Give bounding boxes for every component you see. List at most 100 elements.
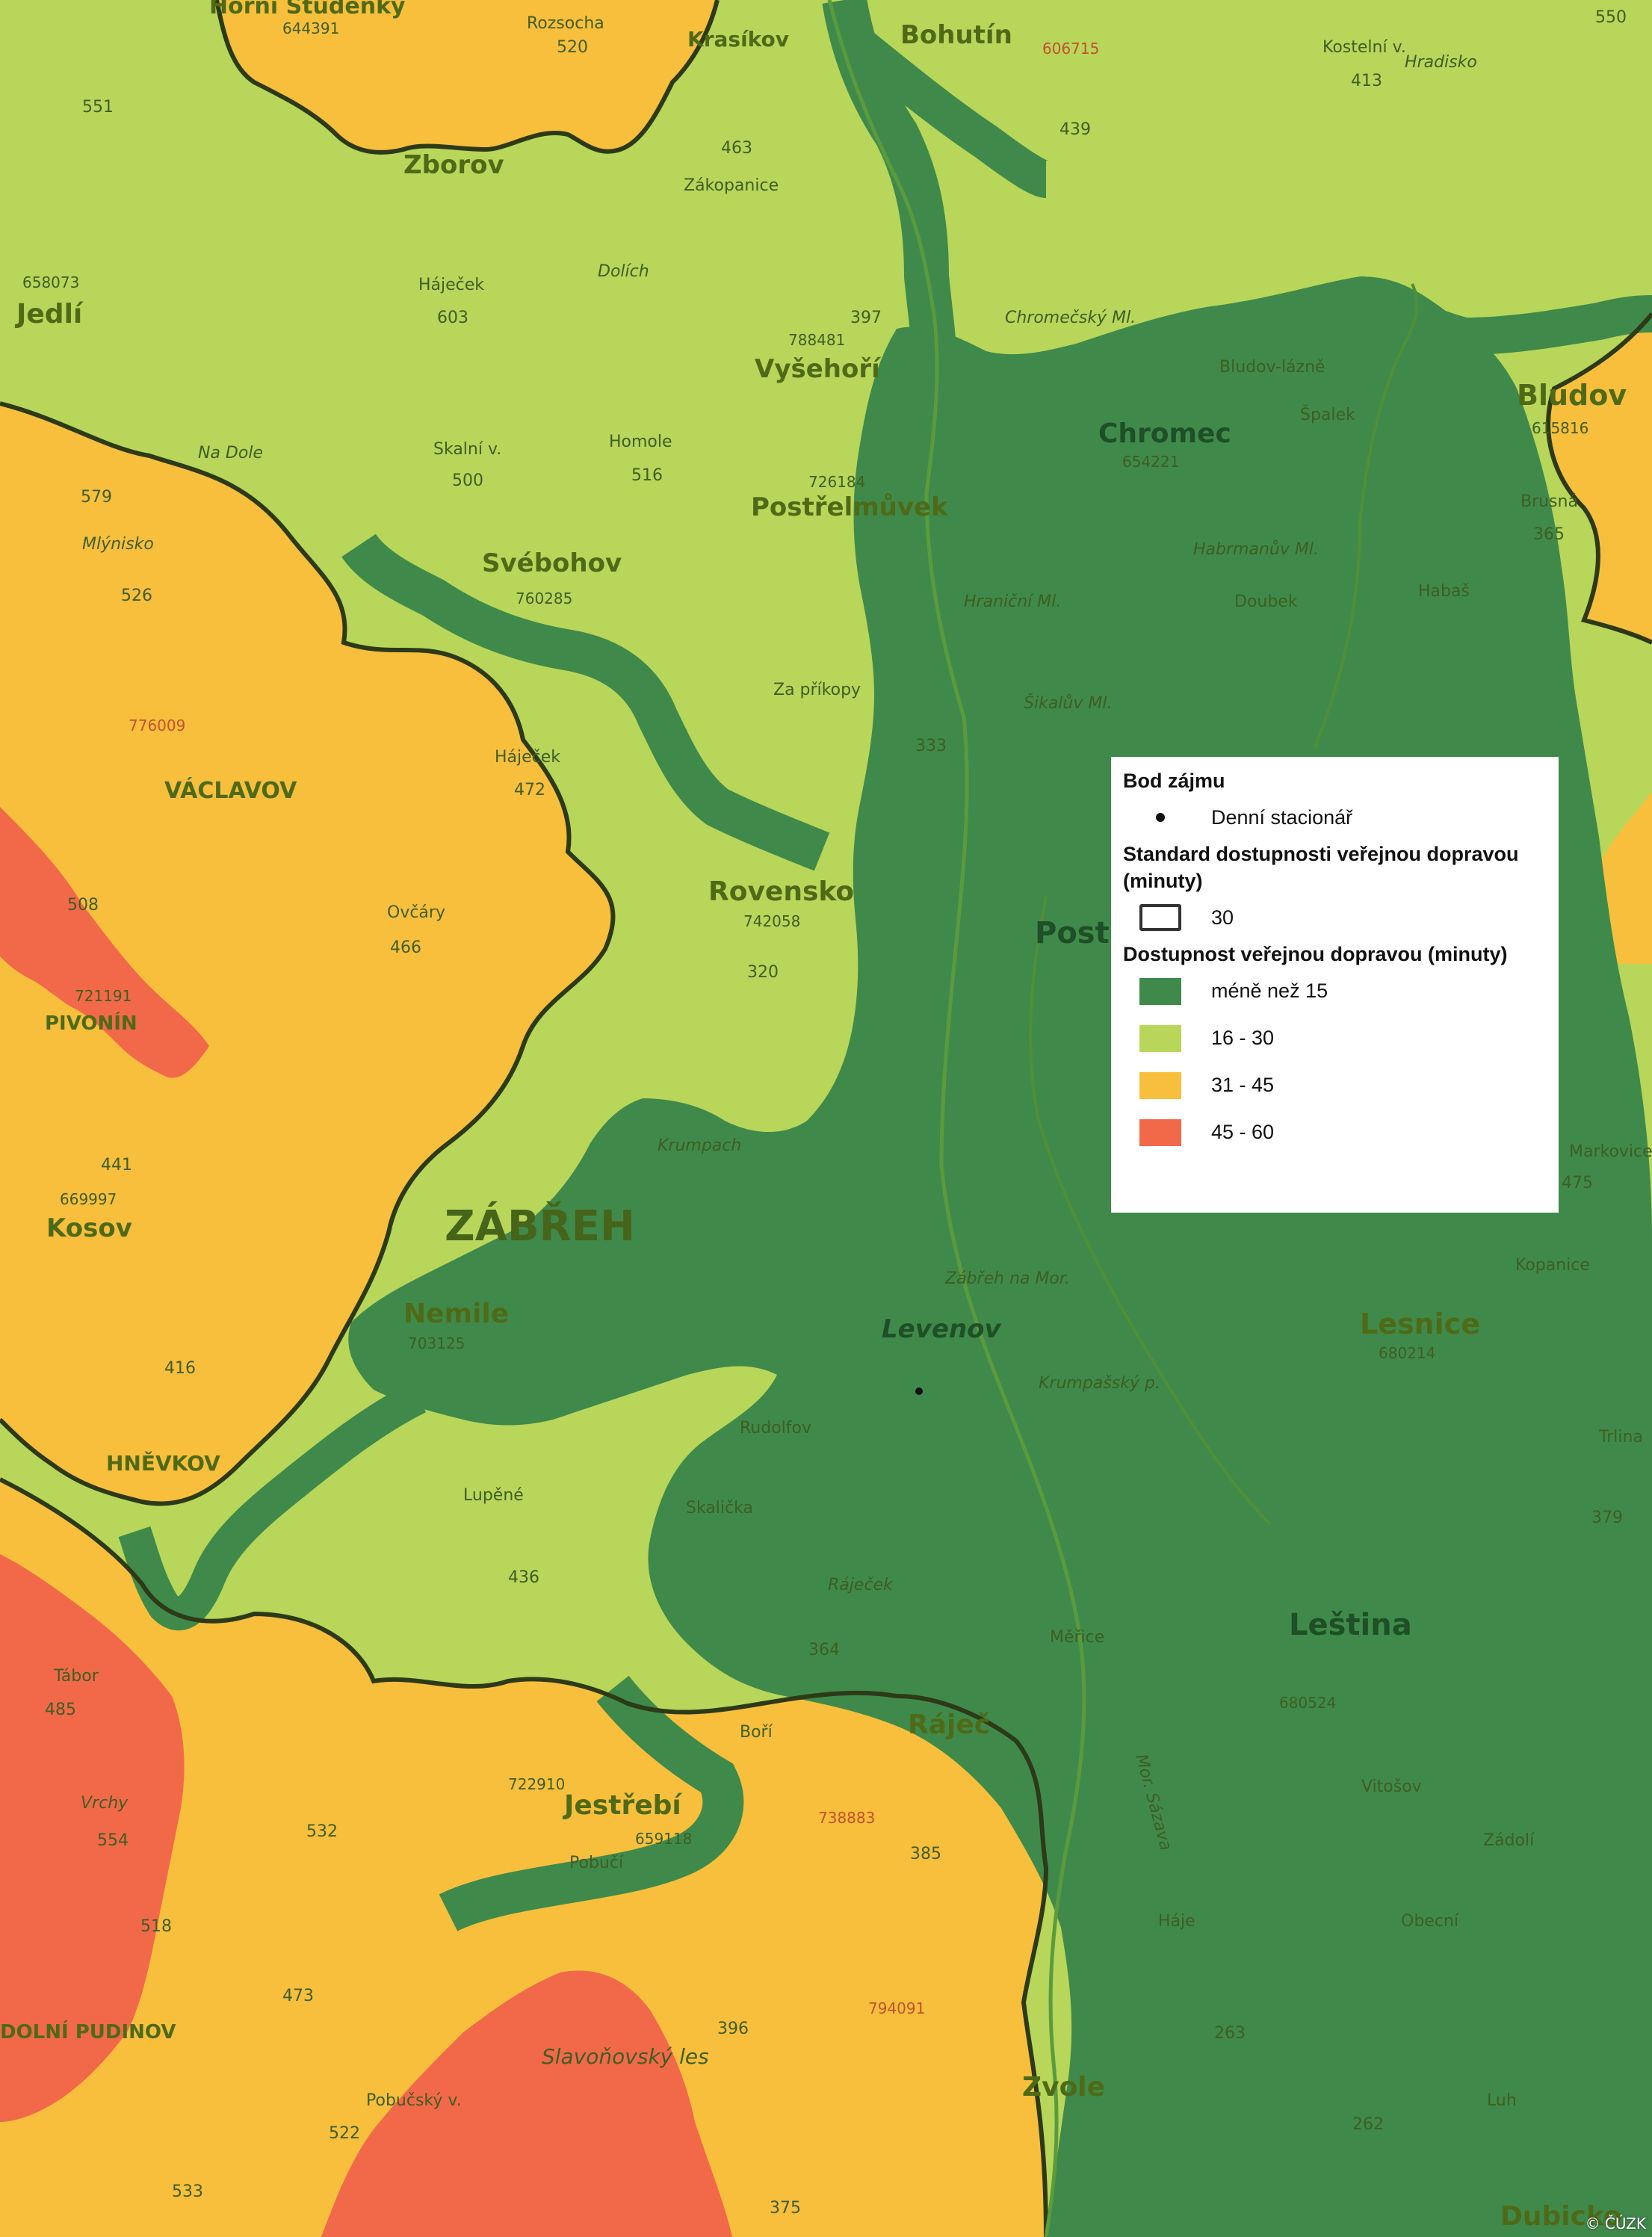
label-475: 475 bbox=[1562, 1174, 1593, 1192]
label-kopanice: Kopanice bbox=[1515, 1256, 1590, 1275]
label-skalicka: Skalička bbox=[686, 1499, 753, 1517]
cadastral-615816: 615816 bbox=[1532, 419, 1588, 437]
legend-poi-label: Denní stacionář bbox=[1211, 805, 1353, 829]
legend-class-row: 31 - 45 bbox=[1123, 1062, 1547, 1109]
label-364: 364 bbox=[808, 1641, 840, 1659]
label-385: 385 bbox=[910, 1845, 941, 1863]
cadastral-788481: 788481 bbox=[788, 331, 845, 349]
label-krumpassky: Krumpašský p. bbox=[1039, 1374, 1160, 1393]
outline-swatch-icon bbox=[1139, 904, 1181, 931]
label-obecni: Obecní bbox=[1401, 1912, 1459, 1931]
label-466: 466 bbox=[390, 938, 421, 957]
color-swatch-icon bbox=[1139, 977, 1181, 1005]
cadastral-703125: 703125 bbox=[408, 1334, 465, 1352]
label-333: 333 bbox=[915, 737, 947, 755]
label-hranicni: Hraniční Ml. bbox=[964, 592, 1061, 611]
legend-class-row: 16 - 30 bbox=[1123, 1015, 1547, 1062]
label-vrchy: Vrchy bbox=[81, 1794, 129, 1813]
cadastral-776009: 776009 bbox=[129, 717, 185, 734]
place-zborov: Zborov bbox=[403, 150, 504, 180]
place-lesnice: Lesnice bbox=[1360, 1308, 1480, 1340]
legend-class-label: méně než 15 bbox=[1211, 980, 1328, 1002]
place-vysehori: Vyšehoří bbox=[755, 354, 882, 384]
color-swatch-icon bbox=[1139, 1118, 1181, 1146]
poi-day-care-center[interactable] bbox=[915, 1387, 923, 1395]
label-hradisko: Hradisko bbox=[1405, 53, 1477, 72]
label-zabrehna: Zábřeh na Mor. bbox=[944, 1269, 1070, 1288]
cadastral-738883: 738883 bbox=[818, 1809, 875, 1827]
place-jestrebi: Jestřebí bbox=[562, 1790, 682, 1821]
legend-access-title: Dostupnost veřejnou dopravou (minuty) bbox=[1123, 943, 1508, 965]
label-hajecek1: Háječek bbox=[418, 276, 484, 294]
cadastral-721191: 721191 bbox=[75, 987, 132, 1005]
cadastral-680214: 680214 bbox=[1379, 1344, 1435, 1362]
label-merice: Měřice bbox=[1050, 1628, 1104, 1647]
label-551: 551 bbox=[82, 98, 114, 117]
label-320: 320 bbox=[747, 963, 779, 982]
cadastral-680524: 680524 bbox=[1279, 1694, 1336, 1712]
label-439: 439 bbox=[1059, 120, 1091, 139]
place-jedli: Jedlí bbox=[14, 299, 84, 329]
label-rudolfov: Rudolfov bbox=[740, 1419, 811, 1438]
label-zadoli: Zádolí bbox=[1483, 1831, 1535, 1850]
label-habrmanuv: Habrmanův Ml. bbox=[1193, 539, 1319, 559]
label-nadole: Na Dole bbox=[198, 444, 263, 462]
legend-class-label: 16 - 30 bbox=[1211, 1027, 1275, 1049]
label-365: 365 bbox=[1533, 525, 1565, 544]
label-ovcary: Ovčáry bbox=[387, 903, 445, 922]
label-homole: Homole bbox=[609, 433, 672, 451]
place-kosov: Kosov bbox=[46, 1213, 132, 1243]
cadastral-658073: 658073 bbox=[22, 273, 79, 291]
label-396: 396 bbox=[717, 2020, 749, 2038]
map-legend: Bod zájmu Denní stacionář Standard dostu… bbox=[1111, 757, 1559, 1213]
place-studenky: Horní Studénky bbox=[209, 0, 406, 19]
label-krumpach: Krumpach bbox=[658, 1136, 741, 1155]
cadastral-654221: 654221 bbox=[1122, 453, 1179, 471]
label-375: 375 bbox=[770, 2199, 801, 2218]
label-500: 500 bbox=[452, 471, 483, 490]
place-pivonin: PIVONÍN bbox=[45, 1011, 137, 1035]
label-533: 533 bbox=[172, 2182, 203, 2201]
label-dolich: Dolích bbox=[598, 262, 649, 281]
label-rozsocha: Rozsocha bbox=[527, 14, 604, 33]
label-603: 603 bbox=[437, 309, 468, 327]
label-mlynisko: Mlýnisko bbox=[82, 535, 154, 554]
label-spalek: Špalek bbox=[1300, 405, 1355, 424]
cadastral-606715: 606715 bbox=[1042, 40, 1099, 58]
label-zakopanice: Zákopanice bbox=[684, 176, 779, 195]
place-rajec: Ráječ bbox=[908, 1710, 990, 1740]
place-hnevkov: HNĚVKOV bbox=[106, 1450, 220, 1476]
label-263: 263 bbox=[1214, 2024, 1246, 2043]
label-pobuci: Pobučí bbox=[569, 1854, 624, 1872]
place-krasna: Krasíkov bbox=[687, 27, 789, 52]
label-vitosov: Vitošov bbox=[1361, 1777, 1422, 1796]
cadastral-659118: 659118 bbox=[635, 1830, 692, 1848]
place-zvole: Zvole bbox=[1022, 2072, 1105, 2103]
label-brusna: Brusná bbox=[1520, 492, 1578, 511]
label-trlina: Trlina bbox=[1598, 1428, 1643, 1447]
label-397: 397 bbox=[850, 309, 882, 327]
label-tabor: Tábor bbox=[53, 1667, 99, 1686]
legend-class-row: 45 - 60 bbox=[1123, 1109, 1547, 1156]
cadastral-794091: 794091 bbox=[868, 1999, 925, 2017]
label-hajecek2: Háječek bbox=[495, 748, 560, 767]
cadastral-669997: 669997 bbox=[60, 1190, 117, 1208]
label-doubek: Doubek bbox=[1234, 592, 1298, 611]
label-526: 526 bbox=[121, 587, 152, 605]
label-473: 473 bbox=[282, 1987, 314, 2005]
label-bori: Boří bbox=[740, 1723, 773, 1742]
place-lestina: Leština bbox=[1289, 1608, 1412, 1642]
label-379: 379 bbox=[1591, 1509, 1623, 1527]
place-vaclavov: VÁCLAVOV bbox=[164, 777, 297, 804]
copyright: © ČÚZK bbox=[1585, 2215, 1646, 2233]
place-rovensko: Rovensko bbox=[708, 876, 854, 907]
cadastral-722910: 722910 bbox=[508, 1775, 565, 1793]
color-swatch-icon bbox=[1139, 1024, 1181, 1052]
place-zabreh: ZÁBŘEH bbox=[445, 1202, 635, 1251]
label-508: 508 bbox=[67, 896, 99, 915]
label-262: 262 bbox=[1352, 2115, 1384, 2134]
label-554: 554 bbox=[97, 1831, 129, 1850]
label-518: 518 bbox=[140, 1917, 172, 1936]
label-522: 522 bbox=[329, 2124, 360, 2143]
label-zaprikopy: Za příkopy bbox=[773, 681, 861, 699]
